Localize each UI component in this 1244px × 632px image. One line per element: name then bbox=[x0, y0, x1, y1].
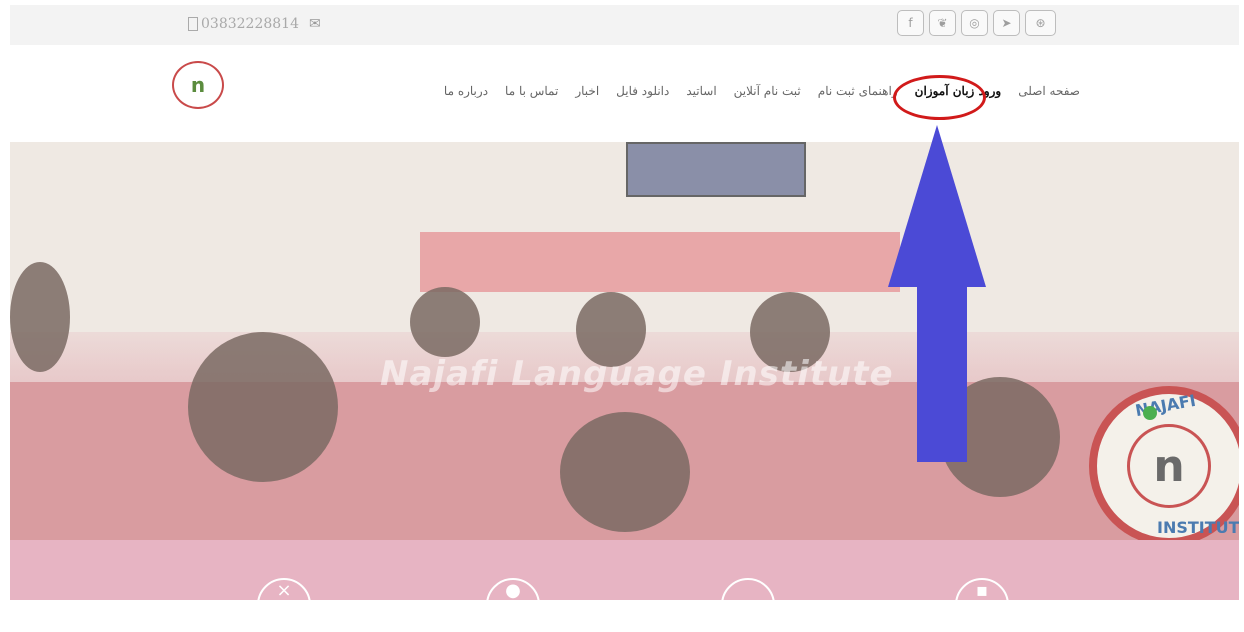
site-logo[interactable]: n bbox=[172, 61, 224, 109]
feature-icon[interactable]: ▪ bbox=[955, 578, 1009, 632]
highlight-circle-annotation bbox=[893, 75, 986, 120]
phone-icon bbox=[188, 17, 198, 31]
nav-item-home[interactable]: صفحه اصلی bbox=[1018, 84, 1080, 98]
student-head bbox=[410, 287, 480, 357]
student-head bbox=[560, 412, 690, 532]
feature-icon[interactable]: ● bbox=[486, 578, 540, 632]
nav-item-teachers[interactable]: اساتید bbox=[686, 84, 716, 98]
nav-item-registration-guide[interactable]: راهنمای ثبت نام bbox=[818, 84, 898, 98]
institute-logo-seal: NAJAFI n INSTITUTE bbox=[1089, 386, 1239, 540]
instagram-icon[interactable]: ◎ bbox=[961, 10, 988, 36]
arrow-up-annotation-head bbox=[888, 125, 986, 287]
logo-dot-icon bbox=[1143, 406, 1157, 420]
logo-inner: n bbox=[1127, 424, 1211, 508]
facebook-icon[interactable]: f bbox=[897, 10, 924, 36]
hero-banner: Najafi Language Institute NAJAFI n INSTI… bbox=[10, 142, 1239, 540]
arrow-up-annotation-shaft bbox=[917, 285, 967, 462]
telegram-icon[interactable]: ➤ bbox=[993, 10, 1020, 36]
twitter-icon[interactable]: ❦ bbox=[929, 10, 956, 36]
phone-number: 03832228814 bbox=[201, 16, 299, 32]
dribbble-icon[interactable]: ⊛ bbox=[1025, 10, 1056, 36]
social-links: f ❦ ◎ ➤ ⊛ bbox=[897, 10, 1056, 36]
nav-item-news[interactable]: اخبار bbox=[575, 84, 599, 98]
hero-red-band bbox=[420, 232, 900, 292]
feature-icon[interactable] bbox=[721, 578, 775, 632]
hero-screen bbox=[626, 142, 806, 197]
contact-info: 03832228814 ✉ bbox=[188, 16, 321, 32]
features-band: × ● ▪ bbox=[10, 540, 1239, 632]
student-head bbox=[188, 332, 338, 482]
nav-item-about[interactable]: درباره ما bbox=[444, 84, 488, 98]
nav-item-online-registration[interactable]: ثبت نام آنلاین bbox=[734, 84, 801, 98]
logo-text-bottom: INSTITUTE bbox=[1157, 518, 1239, 537]
feature-icon[interactable]: × bbox=[257, 578, 311, 632]
top-bar: 03832228814 ✉ f ❦ ◎ ➤ ⊛ bbox=[10, 5, 1239, 45]
student-head bbox=[10, 262, 70, 372]
nav-item-downloads[interactable]: دانلود فایل bbox=[616, 84, 669, 98]
nav-item-contact[interactable]: تماس با ما bbox=[505, 84, 558, 98]
envelope-icon[interactable]: ✉ bbox=[309, 16, 321, 32]
hero-watermark: Najafi Language Institute bbox=[380, 354, 894, 394]
logo-letter-icon: n bbox=[1153, 440, 1185, 492]
